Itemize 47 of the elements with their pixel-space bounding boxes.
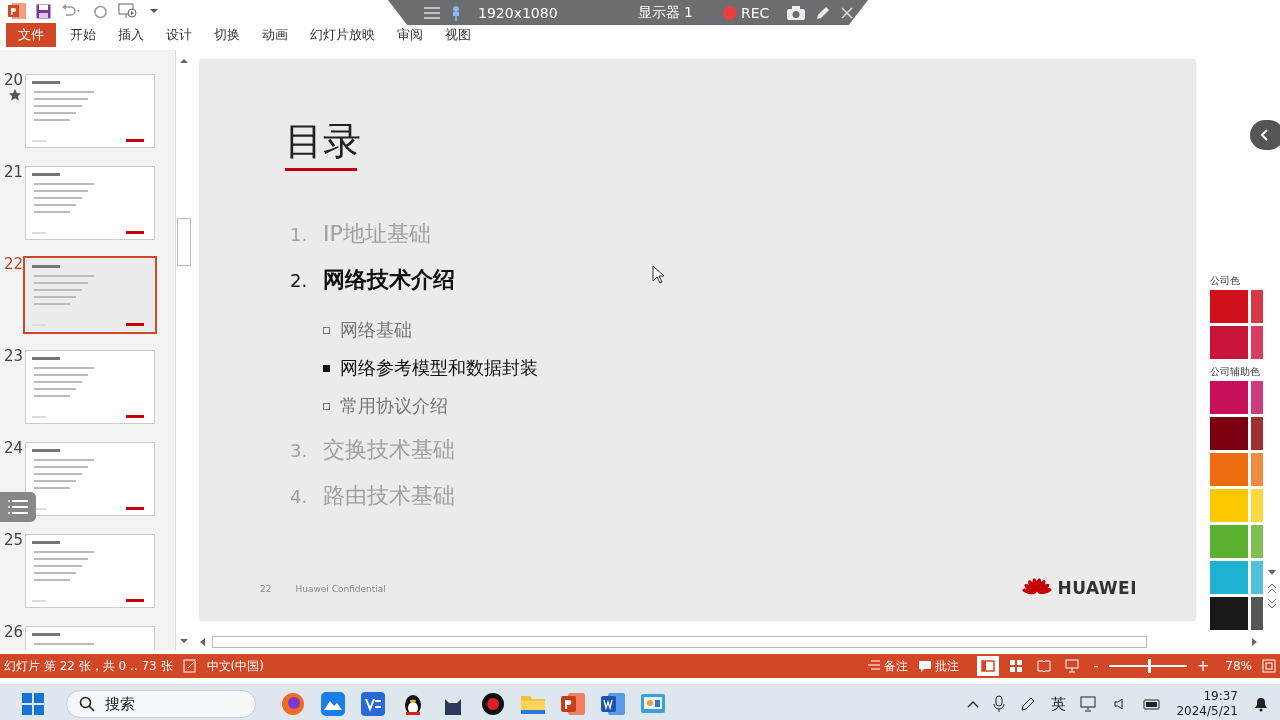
ribbon-tab[interactable]: 开始 (59, 23, 107, 47)
ribbon-tab[interactable]: 视图 (434, 23, 482, 47)
display-label[interactable]: 显示器 1 (637, 3, 693, 22)
slide-number: 25 (3, 531, 25, 551)
zoom-level[interactable]: 78% (1225, 659, 1252, 673)
footer-text: Huawei Confidential (295, 584, 386, 594)
slide-number: 20 (3, 71, 25, 91)
ribbon-tab[interactable]: 审阅 (386, 23, 434, 47)
slide-number: 26 (3, 623, 25, 643)
slide-title: 目录 (285, 118, 361, 164)
ribbon-tab[interactable]: 动画 (251, 23, 299, 47)
page-number: 22 (260, 584, 272, 594)
rec-label: REC (740, 4, 770, 21)
zoom-out-button[interactable]: - (1093, 657, 1099, 675)
ribbon-tab[interactable]: 幻灯片放映 (299, 23, 386, 47)
slide-number: 21 (3, 163, 25, 183)
input-method-indicator[interactable]: 英 (1051, 694, 1067, 714)
clock-date[interactable]: 2024/5/21 (1176, 704, 1238, 719)
ribbon-tab[interactable]: 设计 (155, 23, 203, 47)
subsection-title: 网络基础 (340, 318, 412, 342)
language-label[interactable]: 中文(中国) (206, 657, 264, 675)
list-number: 3. (289, 440, 309, 461)
zoom-in-button[interactable]: + (1196, 657, 1210, 675)
section-title: 交换技术基础 (323, 436, 455, 464)
resolution-label: 1920x1080 (478, 4, 558, 21)
notes-button[interactable]: 备注 (867, 657, 909, 675)
list-number: 4. (289, 486, 309, 507)
clock-time[interactable]: 19:37 (1203, 689, 1238, 704)
section-title: 路由技术基础 (323, 482, 455, 510)
logo-text: HUAWEI (1057, 578, 1137, 598)
list-number: 1. (289, 224, 309, 245)
subsection-title: 网络参考模型和数据封装 (340, 356, 538, 380)
ribbon-tab[interactable]: 切换 (203, 23, 251, 47)
search-field[interactable]: 搜索 (66, 690, 256, 718)
subsection-title: 常用协议介绍 (340, 394, 448, 418)
slide-number: 22 (3, 255, 25, 275)
ribbon-tab[interactable]: 插入 (107, 23, 155, 47)
palette-heading: 公司色 (1210, 274, 1241, 288)
file-tab[interactable]: 文件 (6, 23, 56, 47)
list-number: 2. (289, 270, 309, 291)
section-title: IP地址基础 (323, 220, 431, 248)
slide-count: 幻灯片 第 22 张，共 0 .. 73 张 (4, 657, 173, 675)
palette-heading: 公司辅助色 (1210, 365, 1261, 379)
slide-number: 23 (3, 347, 25, 367)
comments-button[interactable]: 批注 (918, 657, 960, 675)
slide-number: 24 (3, 439, 25, 459)
section-title: 网络技术介绍 (323, 266, 455, 294)
